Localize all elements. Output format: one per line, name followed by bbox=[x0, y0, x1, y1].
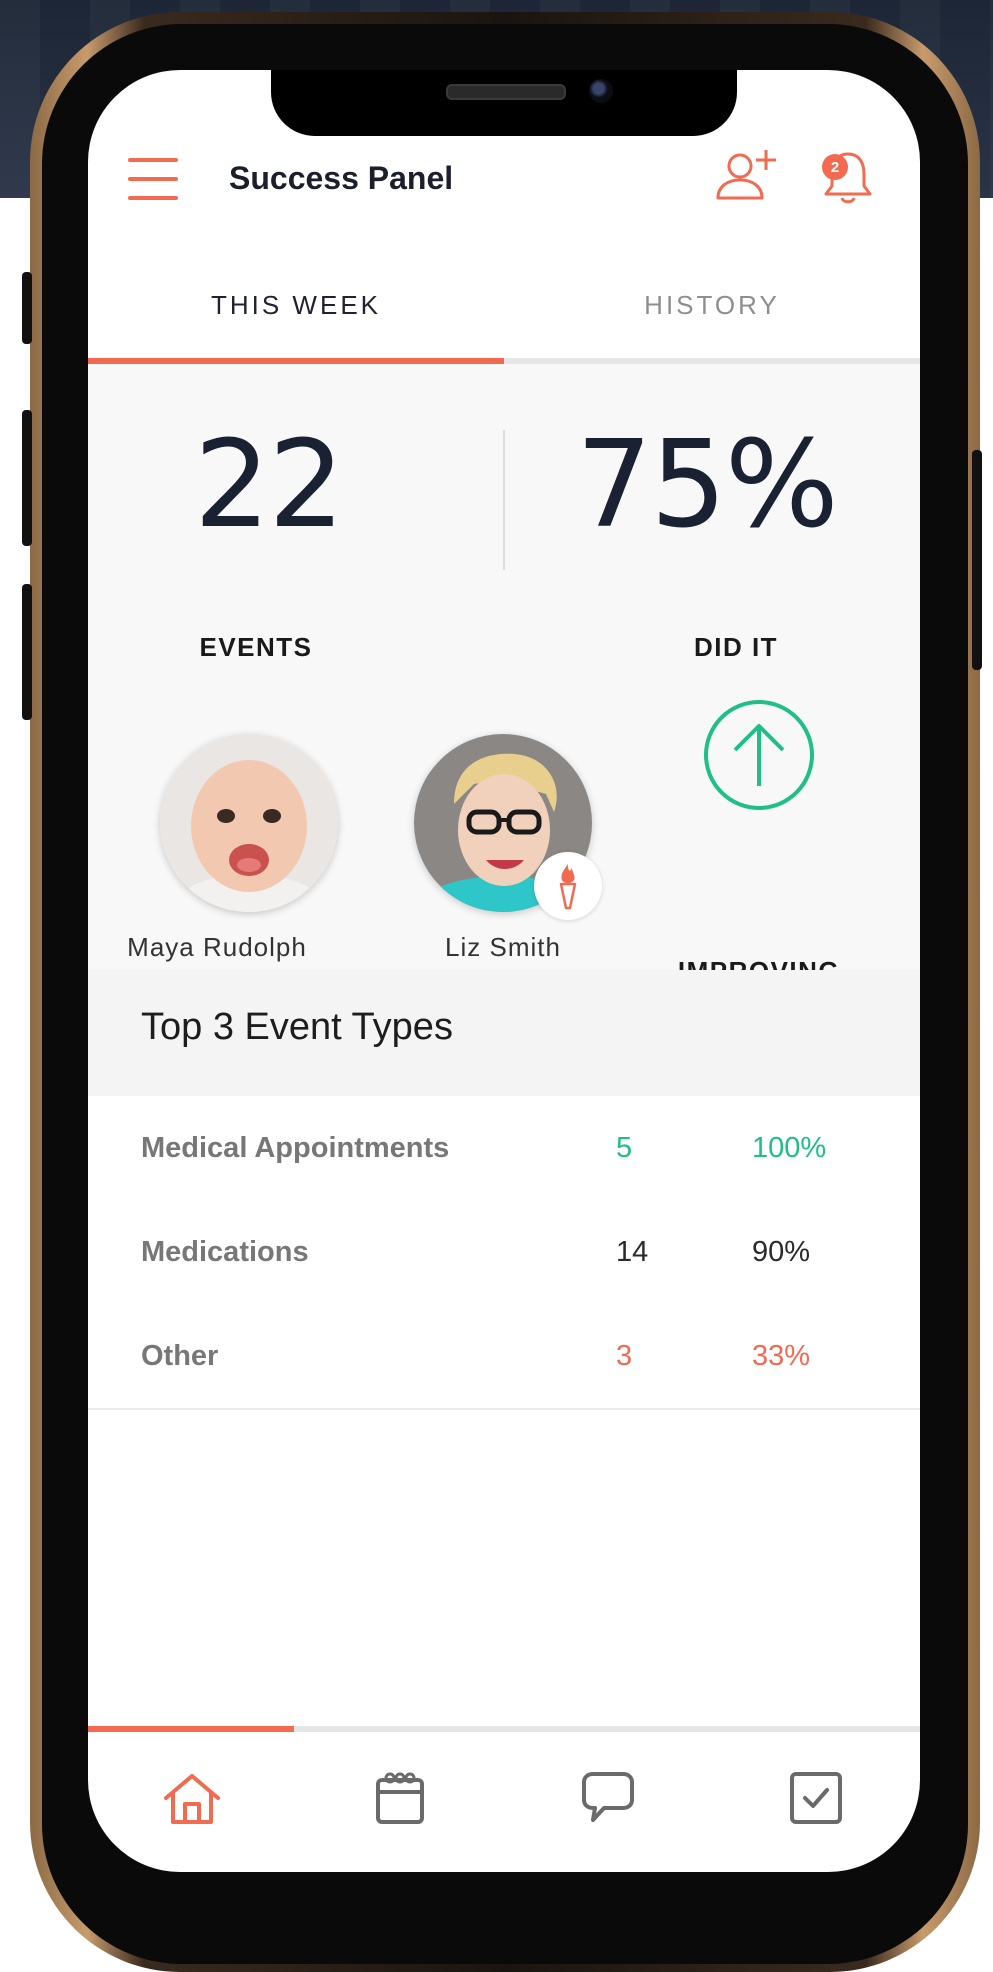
event-type-count: 14 bbox=[616, 1236, 649, 1268]
tab-this-week[interactable]: THIS WEEK bbox=[88, 290, 504, 321]
event-type-percent: 100% bbox=[752, 1132, 827, 1164]
events-label: EVENTS bbox=[199, 632, 313, 662]
chat-icon[interactable] bbox=[576, 1766, 640, 1830]
event-type-name: Medications bbox=[141, 1236, 309, 1268]
phone-side-button bbox=[972, 450, 982, 670]
torch-icon bbox=[559, 864, 577, 910]
table-row[interactable]: Medications 14 90% bbox=[88, 1200, 920, 1306]
did-it-percent: 75% bbox=[576, 416, 839, 555]
phone-side-button bbox=[22, 272, 32, 344]
notification-badge: 2 bbox=[822, 154, 848, 180]
app-screen: Success Panel 2 THIS WEEK HISTORY 22 EVE… bbox=[88, 70, 920, 1872]
front-camera bbox=[589, 79, 613, 103]
phone-notch bbox=[271, 70, 737, 136]
nav-indicator-active bbox=[88, 1726, 294, 1732]
hamburger-menu-icon[interactable] bbox=[128, 158, 178, 200]
event-type-name: Other bbox=[141, 1340, 219, 1372]
events-count: 22 bbox=[194, 416, 345, 555]
phone-side-button bbox=[22, 584, 32, 720]
speaker-grille bbox=[446, 84, 566, 100]
patient-name: Maya Rudolph bbox=[127, 932, 307, 962]
event-type-count: 5 bbox=[616, 1132, 633, 1164]
page-title: Success Panel bbox=[229, 160, 454, 196]
event-type-count: 3 bbox=[616, 1340, 633, 1372]
home-icon[interactable] bbox=[160, 1766, 224, 1830]
stats-panel: 22 EVENTS 75% DID IT Maya Rudolph PATIEN… bbox=[88, 364, 920, 1000]
event-types-title: Top 3 Event Types bbox=[141, 1006, 453, 1048]
checkbox-icon[interactable] bbox=[784, 1766, 848, 1830]
did-it-label: DID IT bbox=[693, 632, 779, 662]
event-type-percent: 33% bbox=[752, 1340, 811, 1372]
arrow-up-circle-icon bbox=[704, 700, 814, 810]
champion-badge bbox=[534, 852, 602, 920]
stats-divider bbox=[503, 430, 505, 570]
table-row[interactable]: Other 3 33% bbox=[88, 1304, 920, 1410]
phone-side-button bbox=[22, 410, 32, 546]
table-row[interactable]: Medical Appointments 5 100% bbox=[88, 1096, 920, 1202]
event-type-percent: 90% bbox=[752, 1236, 811, 1268]
add-user-icon[interactable] bbox=[714, 148, 778, 202]
event-type-name: Medical Appointments bbox=[141, 1132, 450, 1164]
champion-name: Liz Smith bbox=[445, 932, 561, 962]
event-types-header: Top 3 Event Types bbox=[88, 970, 920, 1098]
tab-history[interactable]: HISTORY bbox=[504, 290, 920, 321]
calendar-icon[interactable] bbox=[368, 1766, 432, 1830]
patient-avatar[interactable] bbox=[160, 734, 338, 912]
